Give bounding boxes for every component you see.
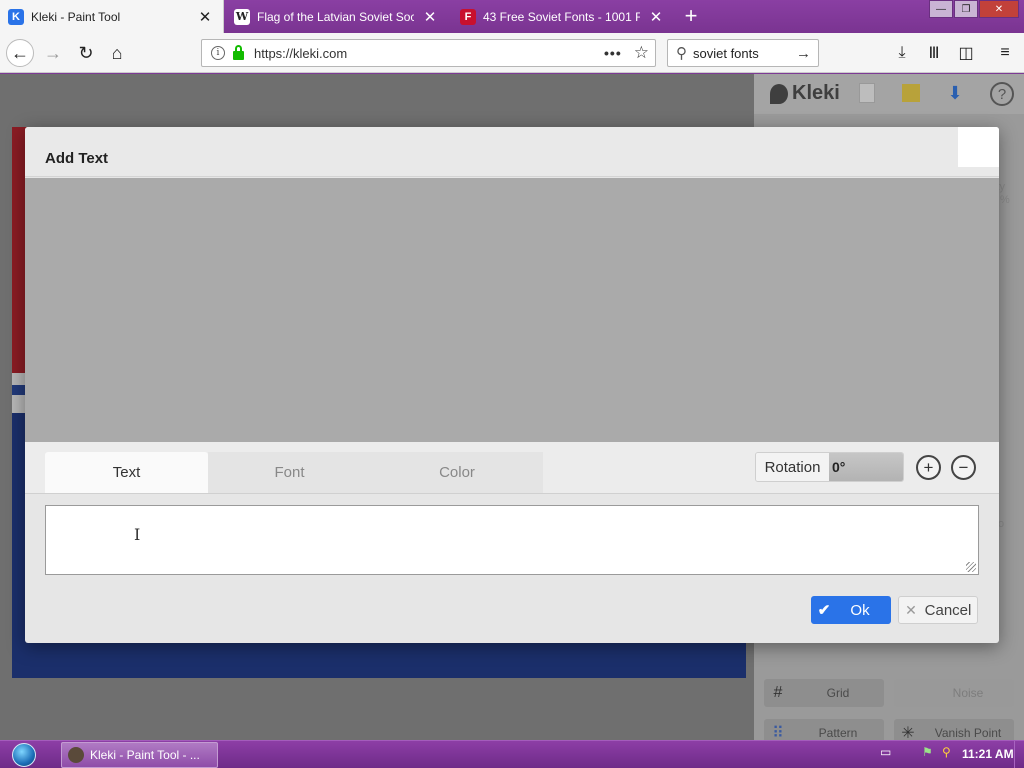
search-input[interactable]: soviet fonts — [693, 46, 796, 61]
add-text-dialog: Add Text Text Font Color Rotation 0° + −… — [25, 127, 999, 643]
ok-button[interactable]: ✔ Ok — [811, 596, 891, 624]
search-tray-icon[interactable]: ⚲ — [942, 745, 951, 759]
grid-button[interactable]: # Grid — [764, 679, 884, 707]
grid-icon: # — [773, 684, 783, 701]
tab-font[interactable]: Font — [208, 452, 371, 493]
minimize-button[interactable]: — — [929, 0, 953, 18]
tab-text[interactable]: Text — [45, 452, 208, 493]
arrow-right-icon: → — [44, 42, 62, 63]
dialog-close-button[interactable] — [958, 127, 999, 167]
tab-soviet-fonts[interactable]: F 43 Free Soviet Fonts - 1001 Font ✕ — [452, 0, 674, 33]
vanish-point-label: Vanish Point — [934, 726, 1002, 740]
dialog-title: Add Text — [45, 150, 109, 167]
pattern-label: Pattern — [818, 726, 858, 740]
kleki-logo-icon — [770, 83, 788, 104]
arrow-left-icon: ← — [11, 42, 29, 63]
search-icon: ⚲ — [676, 45, 687, 62]
rotation-label: Rotation — [756, 453, 829, 481]
windows-taskbar: Kleki - Paint Tool - ... ▭ ⚑ ⚲ 11:21 AM — [0, 740, 1024, 768]
zoom-out-button[interactable]: − — [951, 455, 976, 480]
taskbar-item-kleki[interactable]: Kleki - Paint Tool - ... — [61, 742, 218, 768]
cancel-button[interactable]: ✕ Cancel — [898, 596, 978, 624]
new-image-icon[interactable] — [856, 82, 878, 104]
dialog-tabs-row: Text Font Color Rotation 0° + − — [25, 442, 999, 494]
windows-orb-icon — [12, 743, 36, 767]
noise-button[interactable]: Noise — [894, 679, 1014, 707]
plus-circle-icon: + — [923, 458, 934, 477]
tab-title: Flag of the Latvian Soviet Socia — [257, 9, 414, 24]
reload-button[interactable]: ↻ — [72, 39, 100, 67]
cancel-label: Cancel — [924, 601, 972, 619]
tab-color[interactable]: Color — [371, 452, 543, 493]
sidebar-icon[interactable]: ◫ — [954, 41, 978, 65]
menu-icon[interactable]: ≡ — [993, 41, 1017, 65]
dialog-header: Add Text — [25, 127, 999, 177]
wikipedia-favicon-icon: W — [234, 8, 250, 25]
zoom-in-button[interactable]: + — [916, 455, 941, 480]
browser-tab-bar: K Kleki - Paint Tool ✕ W Flag of the Lat… — [0, 0, 1024, 33]
forward-button[interactable]: → — [39, 39, 67, 67]
lock-icon — [233, 44, 244, 60]
close-tab-icon[interactable]: ✕ — [420, 8, 440, 26]
reload-icon: ↻ — [78, 42, 94, 63]
text-input-area[interactable]: I — [45, 505, 979, 575]
library-icon[interactable]: Ⅲ — [922, 41, 946, 65]
app-icon — [68, 747, 84, 763]
resize-grip-icon[interactable] — [966, 562, 976, 572]
address-bar[interactable]: i https://kleki.com ••• ☆ — [201, 39, 656, 67]
text-cursor-icon: I — [134, 525, 141, 544]
kleki-favicon-icon: K — [8, 8, 24, 25]
start-button[interactable] — [6, 741, 42, 768]
tab-title: Kleki - Paint Tool — [31, 9, 121, 24]
tab-title: 43 Free Soviet Fonts - 1001 Font — [483, 9, 640, 24]
save-icon[interactable] — [900, 82, 922, 104]
help-icon[interactable]: ? — [990, 82, 1014, 106]
close-window-button[interactable]: ✕ — [979, 0, 1019, 18]
bookmark-star-icon[interactable]: ☆ — [634, 43, 649, 63]
page-actions-icon[interactable]: ••• — [604, 45, 622, 61]
kleki-toolbar: Kleki ⬇ ? — [754, 74, 1024, 114]
ok-label: Ok — [850, 601, 870, 619]
navigation-bar: ← → ↻ ⌂ i https://kleki.com ••• ☆ ⚲ sovi… — [0, 33, 1024, 73]
checkmark-icon: ✔ — [817, 602, 831, 619]
show-desktop-button[interactable] — [1014, 741, 1024, 768]
kleki-logo: Kleki — [770, 82, 840, 105]
rotation-slider[interactable]: Rotation 0° — [755, 452, 904, 482]
home-button[interactable]: ⌂ — [103, 39, 131, 67]
new-tab-button[interactable]: + — [678, 3, 704, 29]
close-tab-icon[interactable]: ✕ — [195, 8, 215, 26]
home-icon: ⌂ — [111, 42, 123, 63]
info-icon[interactable]: i — [211, 46, 225, 60]
tab-latvian-flag[interactable]: W Flag of the Latvian Soviet Socia ✕ — [226, 0, 448, 33]
search-bar[interactable]: ⚲ soviet fonts → — [667, 39, 819, 67]
tab-kleki[interactable]: K Kleki - Paint Tool ✕ — [0, 0, 224, 33]
kleki-logo-text: Kleki — [792, 82, 840, 104]
clock[interactable]: 11:21 AM — [962, 747, 1014, 761]
minus-circle-icon: − — [958, 458, 969, 477]
url-text[interactable]: https://kleki.com — [254, 46, 604, 61]
back-button[interactable]: ← — [6, 39, 34, 67]
maximize-button[interactable]: ❐ — [954, 0, 978, 18]
grid-label: Grid — [826, 686, 850, 700]
close-tab-icon[interactable]: ✕ — [646, 8, 666, 26]
taskbar-item-label: Kleki - Paint Tool - ... — [90, 748, 200, 762]
download-icon[interactable]: ⬇ — [944, 82, 966, 104]
downloads-icon[interactable]: ⤓ — [890, 41, 914, 65]
keyboard-icon[interactable]: ▭ — [880, 745, 891, 759]
text-preview-area — [25, 178, 999, 442]
network-icon[interactable]: ⚑ — [922, 745, 933, 759]
faint-label: % — [1000, 194, 1010, 206]
noise-label: Noise — [952, 686, 984, 700]
close-icon: ✕ — [905, 601, 917, 618]
search-go-icon[interactable]: → — [796, 45, 811, 62]
fonts-favicon-icon: F — [460, 8, 476, 25]
rotation-value[interactable]: 0° — [829, 453, 903, 481]
